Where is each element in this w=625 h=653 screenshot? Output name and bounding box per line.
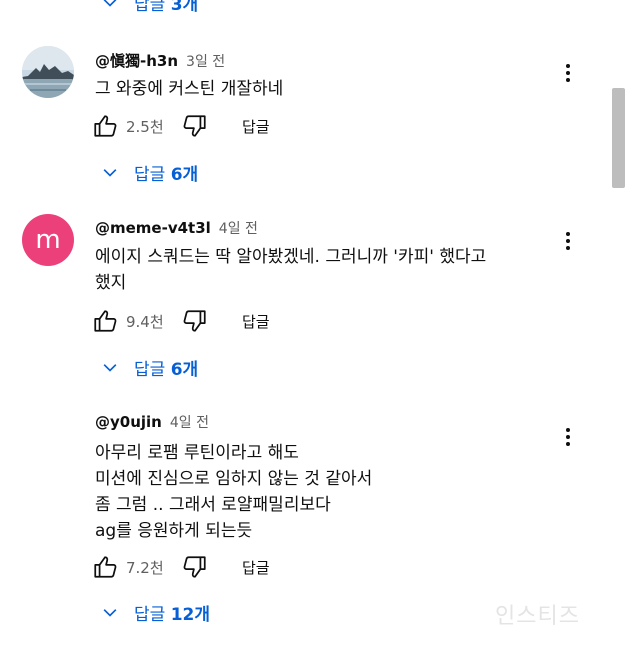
thumbs-down-icon[interactable] xyxy=(182,308,208,334)
top-replies-toggle[interactable]: 답글 3개 xyxy=(100,0,198,15)
more-vert-icon[interactable] xyxy=(560,228,576,254)
comment-actions: 2.5천 답글 xyxy=(92,113,270,139)
comment-actions: 9.4천 답글 xyxy=(92,308,270,334)
comments-panel: 답글 3개 @愼獨-h3n 3일 전 그 와중에 커스틴 개잘하네 2.5천 답… xyxy=(0,0,625,653)
replies-count: 3개 xyxy=(170,0,199,15)
avatar-letter: m xyxy=(35,225,61,255)
reply-button[interactable]: 답글 xyxy=(242,557,270,578)
thumbs-up-icon[interactable] xyxy=(92,308,118,334)
replies-label: 답글 xyxy=(134,0,166,15)
comment-text: 에이지 스쿼드는 딱 알아봤겠네. 그러니까 '카피' 했다고 했지 xyxy=(95,247,487,293)
like-count: 7.2천 xyxy=(126,558,164,577)
timestamp[interactable]: 3일 전 xyxy=(186,51,225,71)
replies-count: 6개 xyxy=(170,165,199,185)
replies-count: 12개 xyxy=(170,605,210,625)
avatar[interactable]: m xyxy=(22,214,74,266)
like-count: 2.5천 xyxy=(126,117,164,136)
timestamp[interactable]: 4일 전 xyxy=(219,218,258,238)
comment-actions: 7.2천 답글 xyxy=(92,554,270,580)
more-vert-icon[interactable] xyxy=(560,424,576,450)
timestamp[interactable]: 4일 전 xyxy=(170,412,209,432)
thumbs-down-icon[interactable] xyxy=(182,554,208,580)
author-name[interactable]: @y0ujin xyxy=(95,413,162,431)
replies-label: 답글 xyxy=(134,165,166,185)
comment-header: @y0ujin 4일 전 xyxy=(95,412,209,432)
replies-toggle[interactable]: 답글 12개 xyxy=(100,600,210,625)
chevron-down-icon xyxy=(103,608,117,617)
replies-label: 답글 xyxy=(134,360,166,380)
thumbs-up-icon[interactable] xyxy=(92,554,118,580)
avatar[interactable] xyxy=(22,46,74,98)
author-name[interactable]: @愼獨-h3n xyxy=(95,50,178,71)
reply-button[interactable]: 답글 xyxy=(242,116,270,137)
replies-count: 6개 xyxy=(170,360,199,380)
thumbs-down-icon[interactable] xyxy=(182,113,208,139)
comment-text: 그 와중에 커스틴 개잘하네 xyxy=(95,79,284,99)
replies-toggle[interactable]: 답글 6개 xyxy=(100,160,198,185)
more-vert-icon[interactable] xyxy=(560,60,576,86)
scrollbar-thumb[interactable] xyxy=(612,88,625,188)
author-name[interactable]: @meme-v4t3l xyxy=(95,219,211,237)
comment-header: @meme-v4t3l 4일 전 xyxy=(95,218,258,238)
comment-header: @愼獨-h3n 3일 전 xyxy=(95,50,225,71)
chevron-down-icon xyxy=(103,363,117,372)
watermark: 인스티즈 xyxy=(495,604,580,629)
avatar-landscape-image xyxy=(22,46,74,98)
chevron-down-icon xyxy=(103,168,117,177)
reply-button[interactable]: 답글 xyxy=(242,311,270,332)
comment-text: 아무리 로팸 루틴이라고 해도 미션에 진심으로 임하지 않는 것 같아서 좀 … xyxy=(95,443,373,541)
replies-toggle[interactable]: 답글 6개 xyxy=(100,355,198,380)
chevron-down-icon xyxy=(103,0,117,7)
like-count: 9.4천 xyxy=(126,312,164,331)
thumbs-up-icon[interactable] xyxy=(92,113,118,139)
replies-label: 답글 xyxy=(134,605,166,625)
